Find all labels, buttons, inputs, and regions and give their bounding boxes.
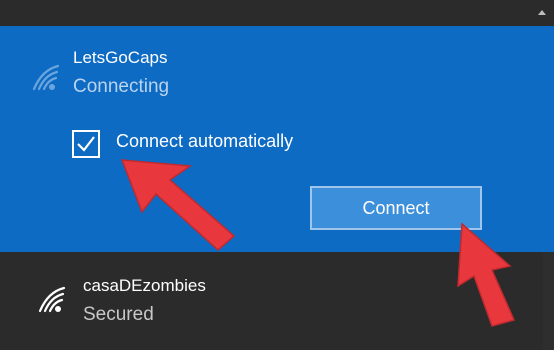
wifi-secured-icon: [38, 286, 66, 313]
connect-button[interactable]: Connect: [310, 186, 482, 230]
network-item-casadezombies[interactable]: casaDEzombies Secured: [10, 252, 540, 350]
scroll-up-caret-icon[interactable]: [536, 6, 548, 18]
flyout-top-strip: [0, 0, 554, 26]
connect-automatically-label[interactable]: Connect automatically: [116, 131, 293, 152]
network-name: LetsGoCaps: [73, 48, 168, 67]
checkmark-icon: [77, 136, 95, 152]
wifi-icon: [32, 64, 60, 91]
network-status: Secured: [83, 304, 154, 325]
network-status: Connecting: [73, 76, 170, 97]
network-name: casaDEzombies: [83, 276, 206, 295]
network-item-letsgocaps[interactable]: LetsGoCaps Connecting Connect automatica…: [0, 26, 554, 252]
connect-automatically-checkbox[interactable]: [72, 130, 100, 158]
